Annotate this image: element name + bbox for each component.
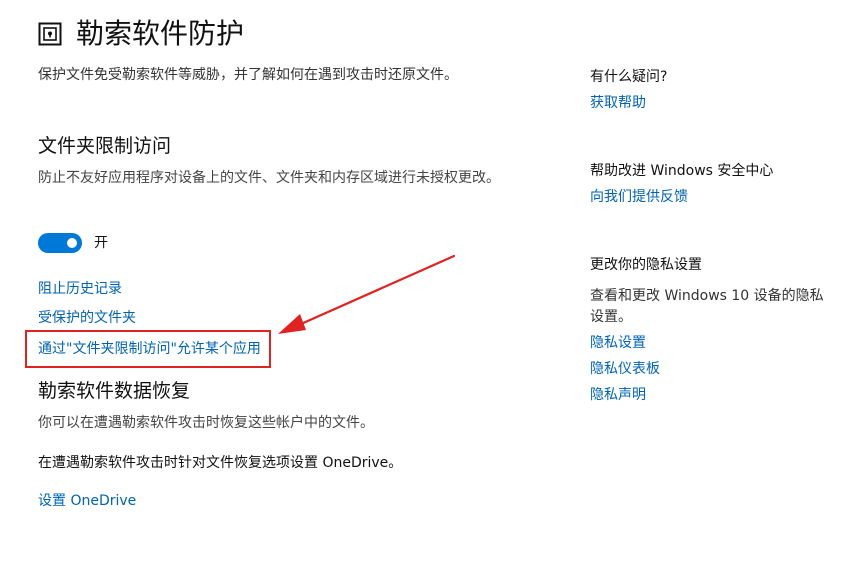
- get-help-link[interactable]: 获取帮助: [590, 92, 646, 114]
- page-title: 勒索软件防护: [76, 17, 245, 50]
- privacy-description: 查看和更改 Windows 10 设备的隐私设置。: [590, 288, 824, 325]
- protected-folders-link[interactable]: 受保护的文件夹: [38, 307, 136, 329]
- ransomware-protection-icon: [38, 22, 62, 46]
- cfa-description: 防止不友好应用程序对设备上的文件、文件夹和内存区域进行未授权更改。: [38, 170, 500, 186]
- cfa-toggle-label: 开: [94, 235, 108, 251]
- privacy-statement-link[interactable]: 隐私声明: [590, 384, 646, 406]
- feedback-link[interactable]: 向我们提供反馈: [590, 186, 688, 208]
- question-title: 有什么疑问?: [590, 69, 668, 85]
- improve-title: 帮助改进 Windows 安全中心: [590, 163, 774, 179]
- annotation-arrow-icon: [270, 250, 460, 340]
- cfa-section-title: 文件夹限制访问: [38, 135, 172, 157]
- block-history-link[interactable]: 阻止历史记录: [38, 278, 122, 300]
- toggle-knob: [67, 238, 77, 248]
- privacy-settings-link[interactable]: 隐私设置: [590, 332, 646, 354]
- annotation-highlight-box: [25, 330, 271, 368]
- onedrive-instruction: 在遭遇勒索软件攻击时针对文件恢复选项设置 OneDrive。: [38, 455, 403, 471]
- recovery-section-title: 勒索软件数据恢复: [38, 380, 191, 402]
- cfa-toggle[interactable]: [38, 233, 82, 253]
- recovery-description: 你可以在遭遇勒索软件攻击时恢复这些帐户中的文件。: [38, 415, 374, 431]
- privacy-title: 更改你的隐私设置: [590, 257, 702, 273]
- privacy-dashboard-link[interactable]: 隐私仪表板: [590, 358, 660, 380]
- page-intro: 保护文件免受勒索软件等威胁，并了解如何在遇到攻击时还原文件。: [38, 67, 458, 83]
- setup-onedrive-link[interactable]: 设置 OneDrive: [38, 490, 136, 512]
